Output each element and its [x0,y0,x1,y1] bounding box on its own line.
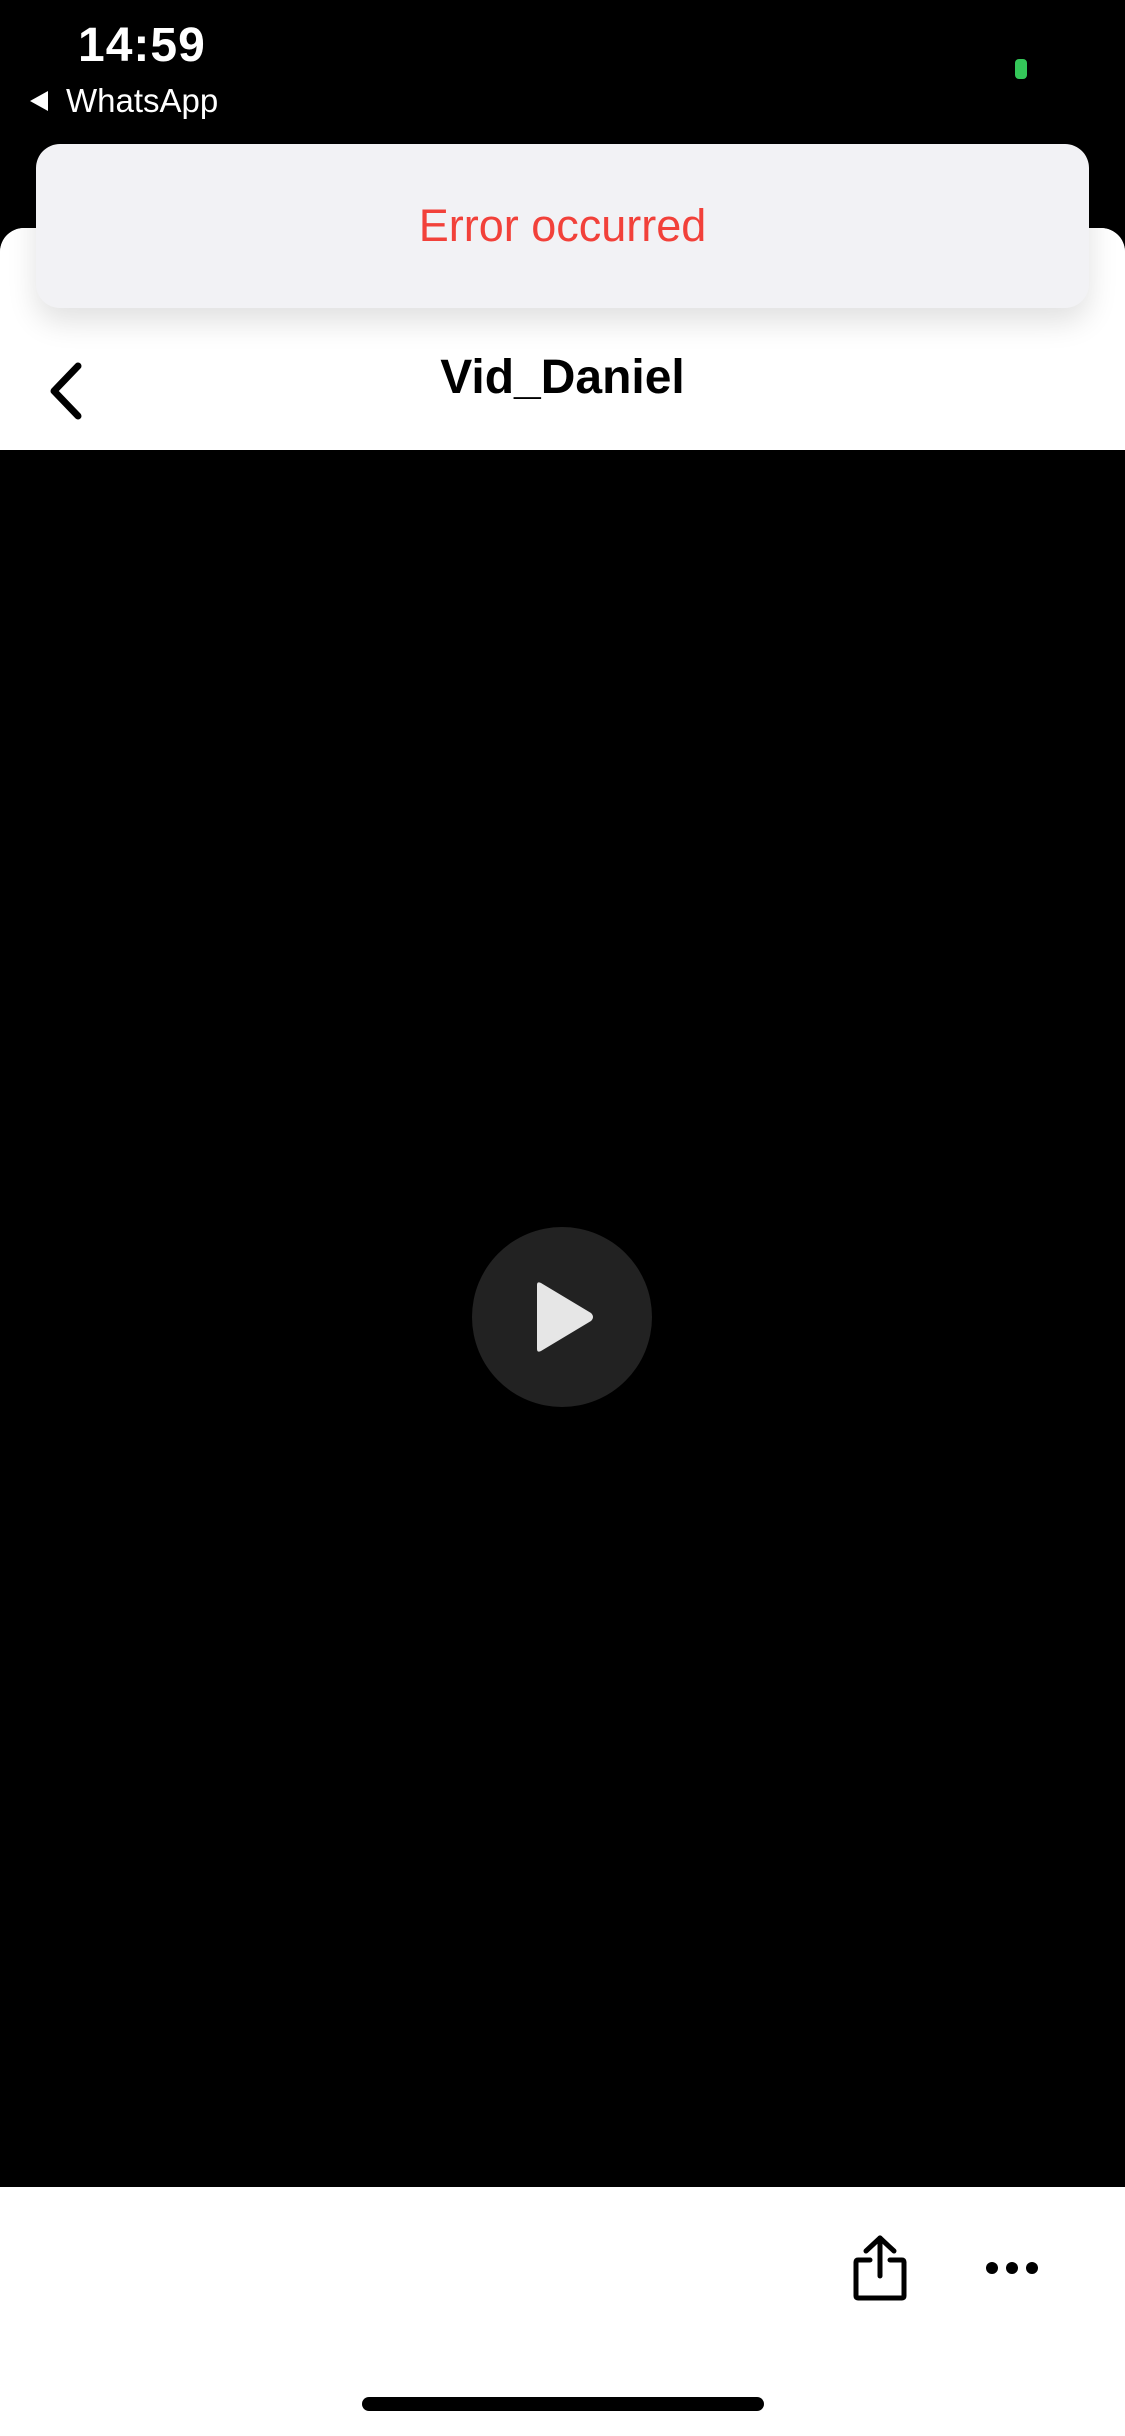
share-button[interactable] [848,2232,912,2304]
play-button[interactable] [472,1227,652,1407]
privacy-indicator [1015,59,1027,79]
error-toast: Error occurred [36,144,1089,308]
more-button[interactable] [980,2248,1044,2288]
home-indicator[interactable] [362,2397,764,2411]
status-time: 14:59 [78,19,206,72]
back-triangle-icon [30,91,48,111]
more-horizontal-icon [986,2262,1038,2274]
share-icon [853,2235,907,2301]
back-app-label: WhatsApp [66,82,219,119]
page-title: Vid_Daniel [440,351,685,404]
play-icon [537,1282,593,1352]
screen: 14:59 WhatsApp Vid_Daniel Error occurred [0,0,1125,2436]
back-to-app-button[interactable]: WhatsApp [30,82,218,120]
toast-message: Error occurred [418,200,707,251]
